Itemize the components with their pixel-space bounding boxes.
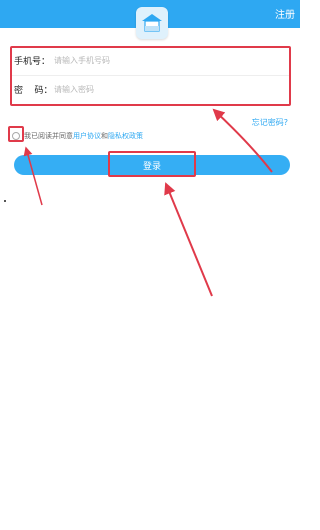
- agreement-row: 我已阅读并同意 用户协议 和 隐私权政策: [12, 130, 143, 142]
- phone-label: 手机号：: [14, 57, 51, 67]
- agreement-checkbox[interactable]: [12, 132, 20, 140]
- login-button[interactable]: 登录: [14, 155, 290, 175]
- phone-input[interactable]: [54, 50, 290, 71]
- register-link[interactable]: 注册: [275, 6, 295, 21]
- privacy-policy-link[interactable]: 隐私权政策: [108, 131, 143, 141]
- agreement-conjunction: 和: [101, 132, 108, 140]
- password-row: 密 码：: [10, 75, 290, 104]
- user-agreement-link[interactable]: 用户协议: [73, 131, 101, 141]
- login-arrow: [164, 182, 213, 297]
- house-logo-icon: [136, 7, 168, 39]
- agreement-prefix: 我已阅读并同意: [24, 132, 73, 140]
- stray-dot: [4, 200, 6, 202]
- password-label: 密 码：: [14, 86, 53, 96]
- login-form: 手机号： 密 码：: [10, 46, 290, 104]
- password-input[interactable]: [54, 79, 290, 100]
- forgot-password-link[interactable]: 忘记密码?: [252, 117, 288, 128]
- phone-row: 手机号：: [10, 46, 290, 76]
